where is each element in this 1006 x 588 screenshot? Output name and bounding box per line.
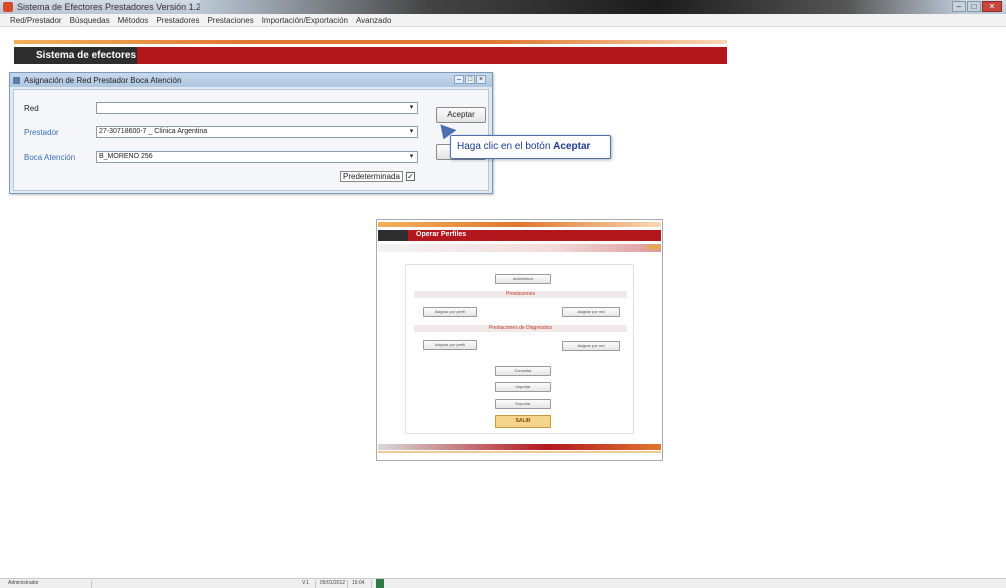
minimize-icon[interactable]: – (952, 1, 966, 12)
boca-label: Boca Atención (24, 153, 76, 162)
dialog-title: Asignación de Red Prestador Boca Atenció… (24, 75, 182, 85)
diagnostico-right-button[interactable]: Asignar por red (562, 341, 620, 351)
dialog-body: Red ▾ Prestador 27-30718600-7 _ Clínica … (13, 89, 489, 191)
menu-avanzado[interactable]: Avanzado (356, 16, 391, 25)
consultar-button[interactable]: Consultar (495, 366, 551, 376)
chevron-down-icon: ▾ (409, 128, 414, 135)
dialog-icon (13, 76, 20, 84)
exportar-button[interactable]: Exportar (495, 399, 551, 409)
dialog-maximize-icon[interactable]: □ (465, 75, 475, 84)
window-title: Sistema de Efectores Prestadores Versión… (17, 2, 209, 12)
boca-select[interactable]: B_MORENO 256 ▾ (96, 151, 418, 163)
dialog-title-bar: Asignación de Red Prestador Boca Atenció… (10, 73, 492, 87)
salir-button[interactable]: SALIR (495, 415, 551, 428)
menu-busquedas[interactable]: Búsquedas (70, 16, 110, 25)
panel-title: Operar Perfiles (416, 231, 467, 238)
prestaciones-left-button[interactable]: Asignar por perfil (423, 307, 477, 317)
instruction-tooltip: Haga clic en el botón Aceptar (450, 135, 611, 159)
tooltip-bold-text: Aceptar (553, 141, 591, 152)
menu-bar: Red/Prestador Búsquedas Métodos Prestado… (0, 14, 1006, 27)
diagnostico-left-button[interactable]: Asignar por perfil (423, 340, 477, 350)
red-label: Red (24, 104, 39, 113)
panel-gradient (378, 244, 661, 252)
menu-prestaciones[interactable]: Prestaciones (207, 16, 253, 25)
administrar-button[interactable]: Administrar (495, 274, 551, 284)
prestador-value: 27-30718600-7 _ Clínica Argentina (99, 128, 208, 135)
tooltip-text: Haga clic en el botón (457, 141, 554, 152)
predeterminada-label: Predeterminada (340, 171, 403, 182)
dialog-minimize-icon[interactable]: – (454, 75, 464, 84)
close-icon[interactable]: ✕ (982, 1, 1002, 12)
menu-metodos[interactable]: Métodos (118, 16, 149, 25)
assignment-dialog: Asignación de Red Prestador Boca Atenció… (9, 72, 493, 194)
red-select[interactable]: ▾ (96, 102, 418, 114)
status-indicator-icon (376, 579, 384, 588)
window-controls: – □ ✕ (952, 1, 1002, 12)
status-cell-date: 05/01/2012 (318, 580, 348, 588)
dialog-controls: – □ × (454, 75, 486, 84)
status-cell-version: V.1 (300, 580, 316, 588)
menu-prestadores[interactable]: Prestadores (156, 16, 199, 25)
app-icon (3, 2, 13, 12)
panel-inner: Administrar Prestaciones Asignar por per… (405, 264, 634, 434)
panel-gradient-tip (647, 245, 661, 249)
operator-panel: Operar Perfiles Administrar Prestaciones… (376, 219, 663, 461)
prestador-label: Prestador (24, 128, 59, 137)
status-bar: Administrador V.1 05/01/2012 16:04 (0, 578, 1006, 588)
app-window: Sistema de Efectores Prestadores Versión… (0, 0, 1006, 588)
panel-bar-dark-block (378, 230, 408, 241)
section-prestaciones: Prestaciones (414, 291, 627, 298)
chevron-down-icon: ▾ (409, 104, 414, 111)
panel-title-bar: Operar Perfiles (378, 230, 661, 241)
menu-importacion-exportacion[interactable]: Importación/Exportación (262, 16, 348, 25)
predeterminada-checkbox[interactable]: ✓ (406, 172, 415, 181)
boca-value: B_MORENO 256 (99, 153, 153, 160)
panel-bottom-stripe-light (378, 451, 661, 453)
banner: Sistema de efectores (14, 47, 727, 64)
title-bar-gradient (200, 0, 960, 14)
panel-top-stripe (378, 222, 661, 227)
panel-bottom-stripe (378, 444, 661, 450)
chevron-down-icon: ▾ (409, 153, 414, 160)
section-diagnostico: Prestaciones de Diagnóstico (414, 325, 627, 332)
prestador-select[interactable]: 27-30718600-7 _ Clínica Argentina ▾ (96, 126, 418, 138)
title-bar: Sistema de Efectores Prestadores Versión… (0, 0, 1006, 14)
importar-button[interactable]: Importar (495, 382, 551, 392)
menu-red-prestador[interactable]: Red/Prestador (10, 16, 62, 25)
dialog-close-icon[interactable]: × (476, 75, 486, 84)
prestaciones-right-button[interactable]: Asignar por red (562, 307, 620, 317)
banner-title: Sistema de efectores (36, 50, 137, 61)
status-cell-time: 16:04 (350, 580, 372, 588)
banner-stripe (14, 40, 727, 44)
maximize-icon[interactable]: □ (967, 1, 981, 12)
status-user: Administrador (6, 580, 92, 588)
